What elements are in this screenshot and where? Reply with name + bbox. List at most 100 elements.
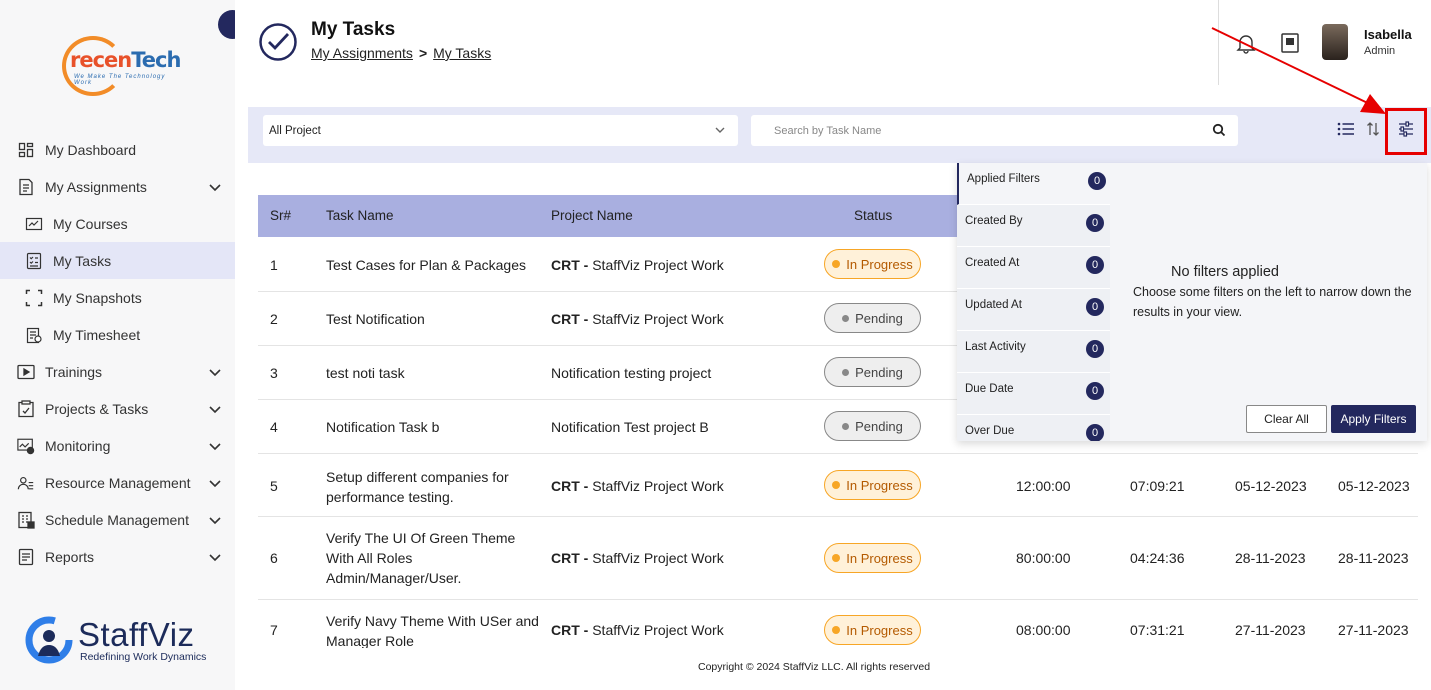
- sidebar-item-my-tasks[interactable]: My Tasks: [0, 242, 235, 279]
- status-badge: In Progress: [824, 249, 921, 279]
- cell-sr: 3: [270, 365, 278, 381]
- sidebar-item-trainings[interactable]: Trainings: [0, 353, 235, 390]
- search-input[interactable]: Search by Task Name: [751, 115, 1238, 146]
- table-row[interactable]: 5 Setup different companies for performan…: [258, 454, 1418, 517]
- list-view-icon[interactable]: [1337, 121, 1355, 137]
- cell-project: CRT - StaffViz Project Work: [551, 311, 724, 327]
- users-icon: [17, 474, 35, 492]
- filter-due-date[interactable]: Due Date 0: [957, 373, 1110, 415]
- sidebar-item-label: Monitoring: [45, 437, 111, 454]
- search-icon[interactable]: [1212, 123, 1226, 137]
- chevron-down-icon[interactable]: [208, 180, 222, 194]
- chevron-down-icon[interactable]: [208, 476, 222, 490]
- table-header: Sr# Task Name Project Name Status: [258, 195, 958, 237]
- count-badge: 0: [1086, 424, 1104, 441]
- col-status[interactable]: Status: [854, 208, 892, 223]
- cell-sr: 2: [270, 311, 278, 327]
- sidebar-item-my-courses[interactable]: My Courses: [0, 205, 235, 242]
- count-badge: 0: [1086, 298, 1104, 316]
- annotation-arrow: [1211, 27, 1386, 114]
- sidebar-item-my-snapshots[interactable]: My Snapshots: [0, 279, 235, 316]
- count-badge: 0: [1086, 382, 1104, 400]
- search-placeholder: Search by Task Name: [774, 124, 882, 137]
- sidebar-item-label: Reports: [45, 548, 95, 565]
- sidebar-item-my-assignments[interactable]: My Assignments: [0, 168, 235, 205]
- sidebar-item-monitoring[interactable]: Monitoring: [0, 427, 235, 464]
- sidebar-item-label: Schedule Management: [45, 511, 189, 528]
- table-row[interactable]: 7 Verify Navy Theme With USer and Manager…: [258, 600, 1418, 648]
- cell-sr: 6: [270, 550, 278, 566]
- sidebar-item-label: My Dashboard: [45, 141, 137, 158]
- cell-estimate: 08:00:00: [1016, 622, 1071, 638]
- copyright-footer: Copyright © 2024 StaffViz LLC. All right…: [698, 661, 931, 673]
- apply-filters-button[interactable]: Apply Filters: [1331, 405, 1416, 433]
- breadcrumb-separator: >: [418, 45, 428, 61]
- sidebar-item-schedule-management[interactable]: Schedule Management: [0, 501, 235, 538]
- status-badge: Pending: [824, 357, 921, 387]
- assignment-icon: [17, 178, 35, 196]
- cell-project: CRT - StaffViz Project Work: [551, 257, 724, 273]
- project-select-value: All Project: [269, 124, 321, 137]
- filter-created-by[interactable]: Created By 0: [957, 205, 1110, 247]
- staffviz-mark-icon: [25, 616, 73, 664]
- sidebar-item-label: My Snapshots: [53, 289, 142, 306]
- chevron-down-icon[interactable]: [208, 439, 222, 453]
- empty-state-text: Choose some filters on the left to narro…: [1133, 285, 1412, 319]
- filter-last-activity[interactable]: Last Activity 0: [957, 331, 1110, 373]
- count-badge: 0: [1086, 214, 1104, 232]
- cell-sr: 1: [270, 257, 278, 273]
- filter-category-list: Applied Filters 0 Created By 0 Created At 0…: [957, 163, 1110, 441]
- sidebar-item-my-dashboard[interactable]: My Dashboard: [0, 131, 235, 168]
- chevron-down-icon[interactable]: [208, 550, 222, 564]
- sidebar-item-label: My Timesheet: [53, 326, 141, 343]
- cell-project: CRT - StaffViz Project Work: [551, 550, 724, 566]
- cell-due-date: 05-12-2023: [1338, 478, 1410, 494]
- cell-task: Verify Navy Theme With USer and Manager R…: [326, 613, 539, 648]
- cell-sr: 7: [270, 622, 278, 638]
- sidebar-item-label: My Courses: [53, 215, 128, 232]
- sidebar-item-label: Resource Management: [45, 474, 191, 491]
- cell-project: Notification testing project: [551, 365, 712, 381]
- snapshot-icon: [25, 289, 43, 307]
- cell-spent: 04:24:36: [1130, 550, 1185, 566]
- col-task-name[interactable]: Task Name: [326, 208, 394, 223]
- sidebar-item-label: Trainings: [45, 363, 103, 380]
- tasks-icon: [25, 252, 43, 270]
- sidebar-item-projects-tasks[interactable]: Projects & Tasks: [0, 390, 235, 427]
- cell-spent: 07:09:21: [1130, 478, 1185, 494]
- recentech-logo[interactable]: recenTech We Make The Technology Work: [62, 36, 181, 96]
- col-sr[interactable]: Sr#: [270, 208, 291, 223]
- sidebar: recenTech We Make The Technology Work My…: [0, 0, 235, 690]
- chevron-down-icon[interactable]: [208, 365, 222, 379]
- sidebar-item-label: Projects & Tasks: [45, 400, 149, 417]
- cell-project: CRT - StaffViz Project Work: [551, 478, 724, 494]
- project-select[interactable]: All Project: [263, 115, 738, 146]
- sidebar-item-reports[interactable]: Reports: [0, 538, 235, 575]
- filter-panel: Applied Filters 0 Created By 0 Created At 0…: [957, 163, 1427, 441]
- staffviz-logo: StaffViz Redefining Work Dynamics: [22, 614, 222, 666]
- sidebar-item-label: My Tasks: [53, 252, 112, 269]
- breadcrumb-my-tasks[interactable]: My Tasks: [433, 45, 491, 61]
- clear-all-button[interactable]: Clear All: [1246, 405, 1327, 433]
- table-row[interactable]: 6 Verify The UI Of Green Theme With All R…: [258, 517, 1418, 600]
- breadcrumb: My Assignments > My Tasks: [311, 45, 491, 61]
- sidebar-item-my-timesheet[interactable]: My Timesheet: [0, 316, 235, 353]
- highlight-box: [1385, 108, 1427, 155]
- monitor-icon: [17, 437, 35, 455]
- col-project-name[interactable]: Project Name: [551, 208, 633, 223]
- cell-task: Verify The UI Of Green Theme With All Rol…: [326, 530, 516, 586]
- sidebar-item-resource-management[interactable]: Resource Management: [0, 464, 235, 501]
- building-icon: [17, 511, 35, 529]
- chevron-down-icon[interactable]: [208, 513, 222, 527]
- sort-icon[interactable]: [1366, 121, 1380, 137]
- count-badge: 0: [1086, 256, 1104, 274]
- status-badge: In Progress: [824, 615, 921, 645]
- filter-updated-at[interactable]: Updated At 0: [957, 289, 1110, 331]
- filter-over-due[interactable]: Over Due 0: [957, 415, 1110, 441]
- cell-project: CRT - StaffViz Project Work: [551, 622, 724, 638]
- filter-applied-filters[interactable]: Applied Filters 0: [957, 163, 1110, 205]
- filter-created-at[interactable]: Created At 0: [957, 247, 1110, 289]
- chevron-down-icon[interactable]: [208, 402, 222, 416]
- breadcrumb-my-assignments[interactable]: My Assignments: [311, 45, 413, 61]
- count-badge: 0: [1086, 340, 1104, 358]
